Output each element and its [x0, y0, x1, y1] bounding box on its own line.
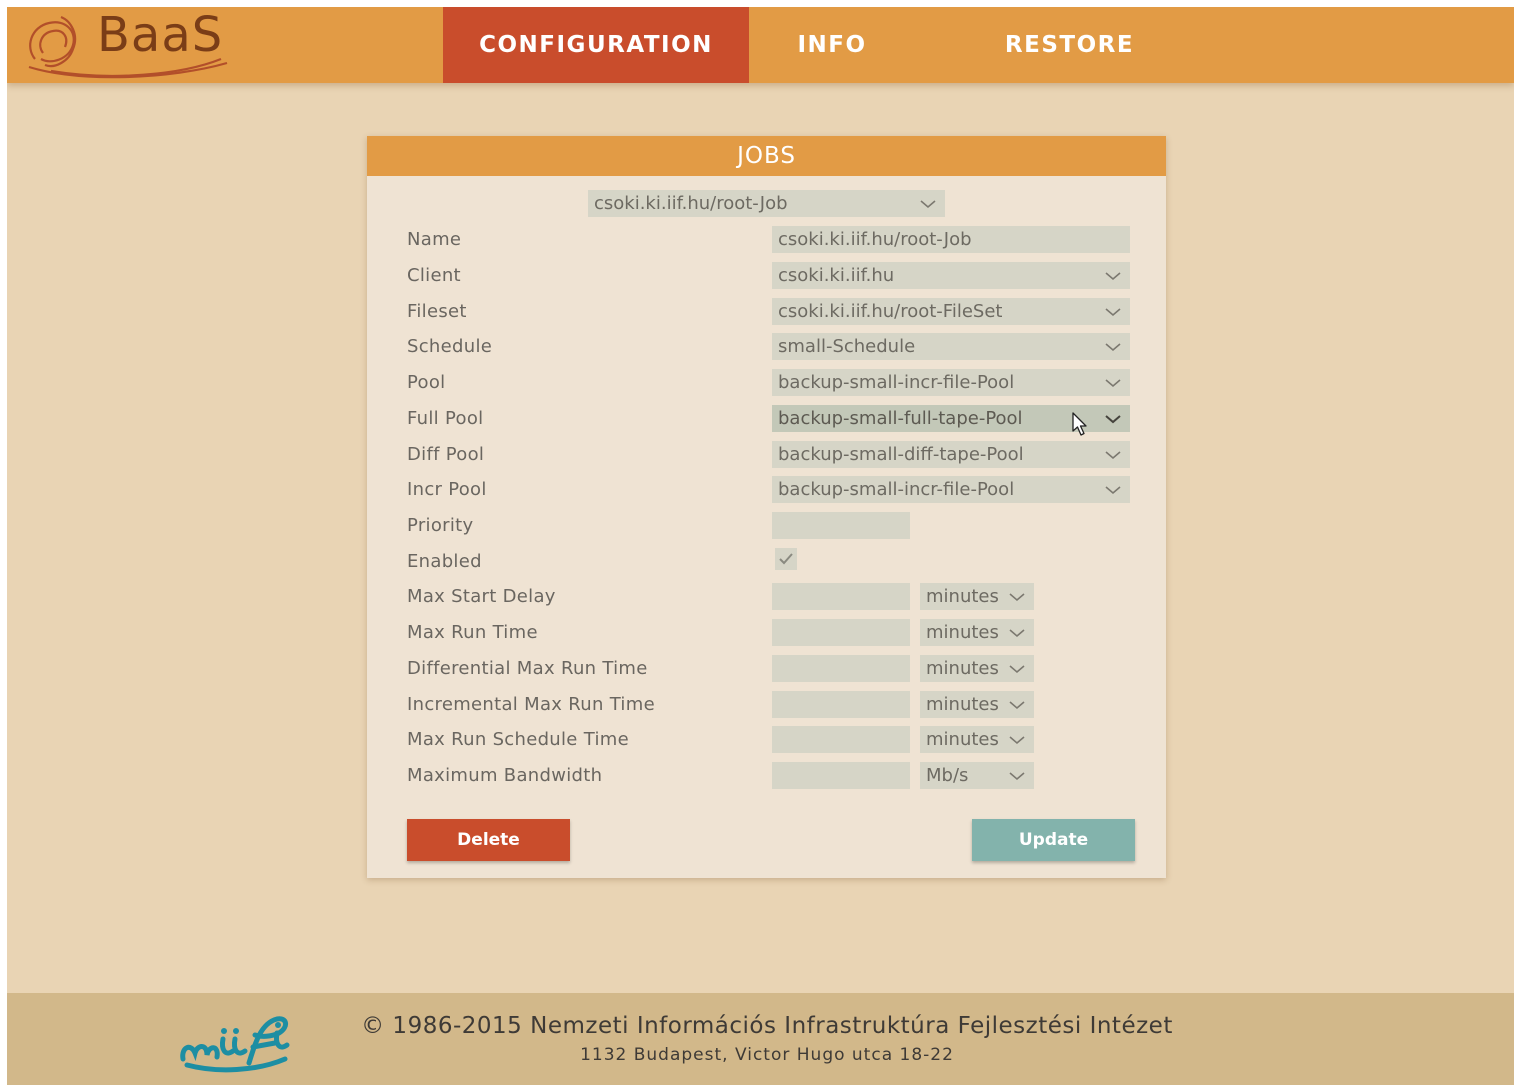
- delete-button[interactable]: Delete: [407, 819, 570, 861]
- client-select[interactable]: csoki.ki.iif.hu: [772, 262, 1130, 289]
- pool-select-value: backup-small-incr-file-Pool: [778, 372, 1015, 393]
- name-input[interactable]: csoki.ki.iif.hu/root-Job: [772, 226, 1130, 253]
- pool-select[interactable]: backup-small-incr-file-Pool: [772, 369, 1130, 396]
- chevron-down-icon: [1105, 343, 1121, 352]
- max-run-time-input[interactable]: [772, 619, 910, 646]
- diff-pool-select-value: backup-small-diff-tape-Pool: [778, 444, 1024, 465]
- client-label: Client: [407, 265, 461, 286]
- unit-value: minutes: [926, 694, 999, 715]
- chevron-down-icon: [1009, 629, 1025, 638]
- tab-configuration[interactable]: CONFIGURATION: [443, 7, 749, 83]
- unit-value: minutes: [926, 586, 999, 607]
- schedule-select[interactable]: small-Schedule: [772, 333, 1130, 360]
- copyright-text: © 1986-2015 Nemzeti Információs Infrastr…: [361, 1013, 1173, 1039]
- pool-label: Pool: [407, 372, 446, 393]
- diff-pool-label: Diff Pool: [407, 444, 485, 465]
- max-bandwidth-input[interactable]: [772, 762, 910, 789]
- client-select-value: csoki.ki.iif.hu: [778, 265, 895, 286]
- unit-value: Mb/s: [926, 765, 969, 786]
- mouse-pointer-icon: [1072, 412, 1087, 436]
- diff-max-run-time-input[interactable]: [772, 655, 910, 682]
- chevron-down-icon: [1105, 308, 1121, 317]
- app-frame: BaaS CONFIGURATION INFO RESTORE JOBS cso…: [7, 7, 1514, 1085]
- max-start-delay-unit-select[interactable]: minutes: [920, 583, 1034, 610]
- max-bandwidth-label: Maximum Bandwidth: [407, 765, 603, 786]
- chevron-down-icon: [1009, 665, 1025, 674]
- incr-max-run-time-label: Incremental Max Run Time: [407, 694, 655, 715]
- update-button[interactable]: Update: [972, 819, 1135, 861]
- chevron-down-icon: [1105, 415, 1121, 424]
- unit-value: minutes: [926, 622, 999, 643]
- chevron-down-icon: [1009, 593, 1025, 602]
- chevron-down-icon: [920, 200, 936, 209]
- priority-label: Priority: [407, 515, 474, 536]
- incr-pool-select[interactable]: backup-small-incr-file-Pool: [772, 476, 1130, 503]
- chevron-down-icon: [1105, 451, 1121, 460]
- footer: © 1986-2015 Nemzeti Információs Infrastr…: [7, 993, 1514, 1085]
- max-run-sched-time-label: Max Run Schedule Time: [407, 729, 629, 750]
- chevron-down-icon: [1009, 772, 1025, 781]
- tab-restore[interactable]: RESTORE: [997, 7, 1142, 83]
- tab-info[interactable]: INFO: [777, 7, 887, 83]
- chevron-down-icon: [1009, 736, 1025, 745]
- priority-input[interactable]: [772, 512, 910, 539]
- max-start-delay-label: Max Start Delay: [407, 586, 556, 607]
- name-input-value: csoki.ki.iif.hu/root-Job: [778, 229, 972, 250]
- schedule-label: Schedule: [407, 336, 493, 357]
- full-pool-select-value: backup-small-full-tape-Pool: [778, 408, 1023, 429]
- jobs-panel: JOBS csoki.ki.iif.hu/root-Job Name csoki…: [367, 136, 1166, 878]
- fileset-select[interactable]: csoki.ki.iif.hu/root-FileSet: [772, 298, 1130, 325]
- job-select[interactable]: csoki.ki.iif.hu/root-Job: [588, 190, 945, 217]
- unit-value: minutes: [926, 729, 999, 750]
- incr-pool-label: Incr Pool: [407, 479, 487, 500]
- diff-pool-select[interactable]: backup-small-diff-tape-Pool: [772, 441, 1130, 468]
- max-run-sched-time-unit-select[interactable]: minutes: [920, 726, 1034, 753]
- incr-max-run-time-input[interactable]: [772, 691, 910, 718]
- max-start-delay-input[interactable]: [772, 583, 910, 610]
- max-bandwidth-unit-select[interactable]: Mb/s: [920, 762, 1034, 789]
- max-run-sched-time-input[interactable]: [772, 726, 910, 753]
- baas-logo[interactable]: BaaS: [21, 7, 231, 81]
- chevron-down-icon: [1009, 701, 1025, 710]
- enabled-label: Enabled: [407, 551, 482, 572]
- chevron-down-icon: [1105, 486, 1121, 495]
- enabled-checkbox[interactable]: [775, 548, 797, 570]
- top-nav-bar: BaaS CONFIGURATION INFO RESTORE: [7, 7, 1514, 83]
- chevron-down-icon: [1105, 272, 1121, 281]
- diff-max-run-time-unit-select[interactable]: minutes: [920, 655, 1034, 682]
- diff-max-run-time-label: Differential Max Run Time: [407, 658, 648, 679]
- jobs-title: JOBS: [367, 136, 1166, 176]
- schedule-select-value: small-Schedule: [778, 336, 916, 357]
- address-text: 1132 Budapest, Victor Hugo utca 18-22: [580, 1045, 954, 1065]
- name-label: Name: [407, 229, 462, 250]
- max-run-time-label: Max Run Time: [407, 622, 538, 643]
- unit-value: minutes: [926, 658, 999, 679]
- incr-max-run-time-unit-select[interactable]: minutes: [920, 691, 1034, 718]
- logo-text: BaaS: [97, 7, 224, 63]
- chevron-down-icon: [1105, 379, 1121, 388]
- checkmark-icon: [779, 553, 793, 565]
- max-run-time-unit-select[interactable]: minutes: [920, 619, 1034, 646]
- fileset-select-value: csoki.ki.iif.hu/root-FileSet: [778, 301, 1003, 322]
- job-select-value: csoki.ki.iif.hu/root-Job: [594, 193, 788, 214]
- fileset-label: Fileset: [407, 301, 467, 322]
- full-pool-label: Full Pool: [407, 408, 484, 429]
- incr-pool-select-value: backup-small-incr-file-Pool: [778, 479, 1015, 500]
